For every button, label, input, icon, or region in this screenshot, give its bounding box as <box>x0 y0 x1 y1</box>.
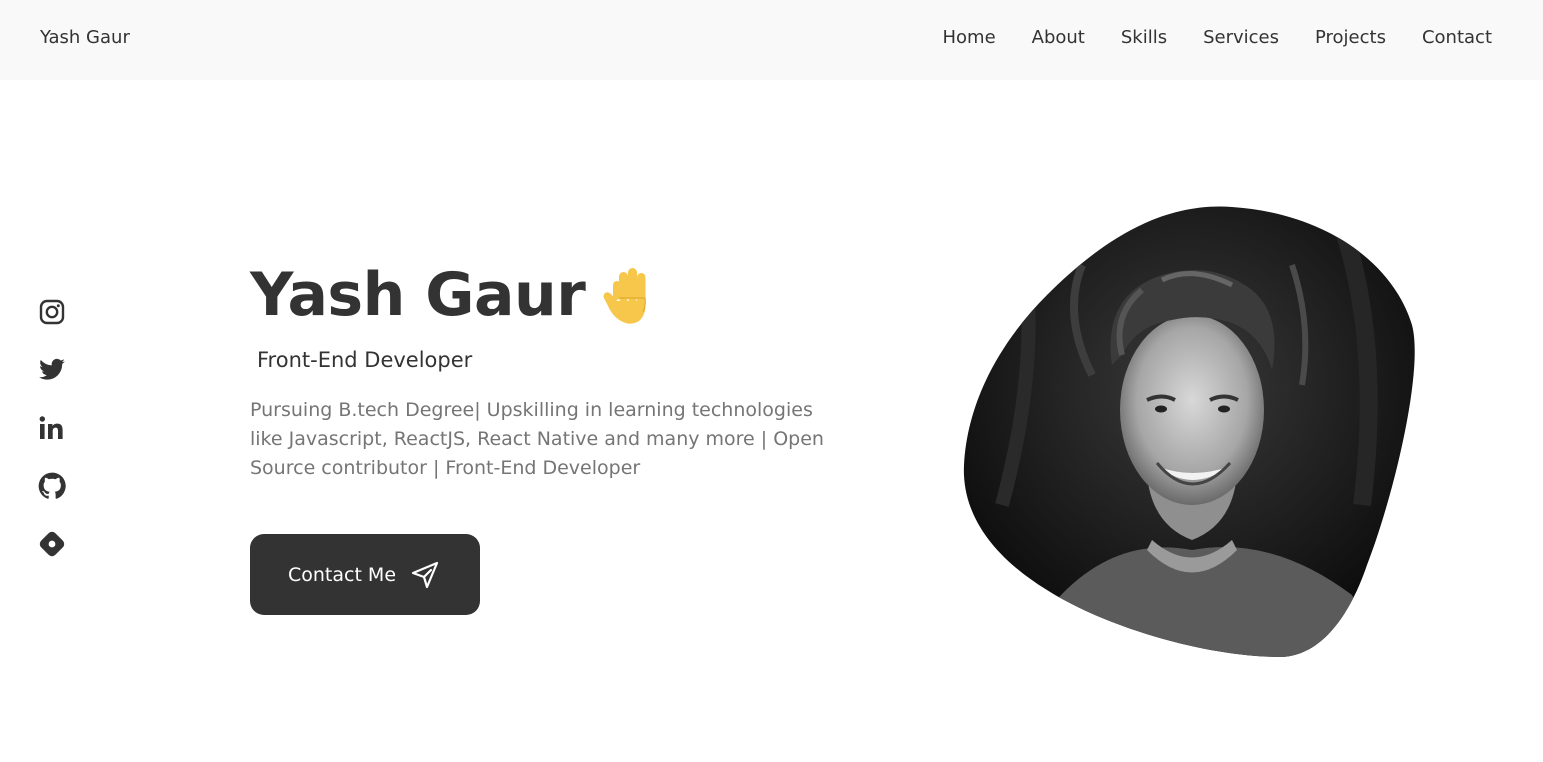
social-links <box>38 298 66 558</box>
nav-projects[interactable]: Projects <box>1315 27 1386 48</box>
github-icon <box>38 472 66 499</box>
hero-description: Pursuing B.tech Degree| Upskilling in le… <box>250 399 824 479</box>
hashnode-icon <box>39 531 65 557</box>
site-header: Yash Gaur Home About Skills Services Pro… <box>0 0 1543 80</box>
main-nav: Home About Skills Services Projects Cont… <box>942 27 1492 48</box>
instagram-link[interactable] <box>38 298 66 326</box>
github-link[interactable] <box>38 472 66 500</box>
waving-hand-icon <box>603 268 647 324</box>
twitter-icon <box>39 358 65 380</box>
nav-services[interactable]: Services <box>1203 27 1279 48</box>
nav-skills[interactable]: Skills <box>1121 27 1167 48</box>
linkedin-link[interactable] <box>38 414 66 442</box>
twitter-link[interactable] <box>38 356 66 384</box>
hashnode-link[interactable] <box>38 530 66 558</box>
hero-title: Yash Gaur <box>250 260 586 330</box>
linkedin-icon <box>39 416 63 439</box>
hero-subtitle: Front-End Developer <box>257 348 473 372</box>
instagram-icon <box>39 299 65 325</box>
nav-contact[interactable]: Contact <box>1422 27 1492 48</box>
hero-section: Yash Gaur Front-End Developer Pursuing B… <box>250 254 870 483</box>
send-icon <box>411 561 439 588</box>
contact-me-label: Contact Me <box>287 563 397 586</box>
nav-home[interactable]: Home <box>942 27 995 48</box>
logo-link[interactable]: Yash Gaur <box>40 27 130 48</box>
title-row: Yash Gaur <box>250 254 870 336</box>
contact-me-button[interactable]: Contact Me <box>250 534 480 615</box>
profile-photo <box>963 206 1415 657</box>
nav-about[interactable]: About <box>1032 27 1085 48</box>
